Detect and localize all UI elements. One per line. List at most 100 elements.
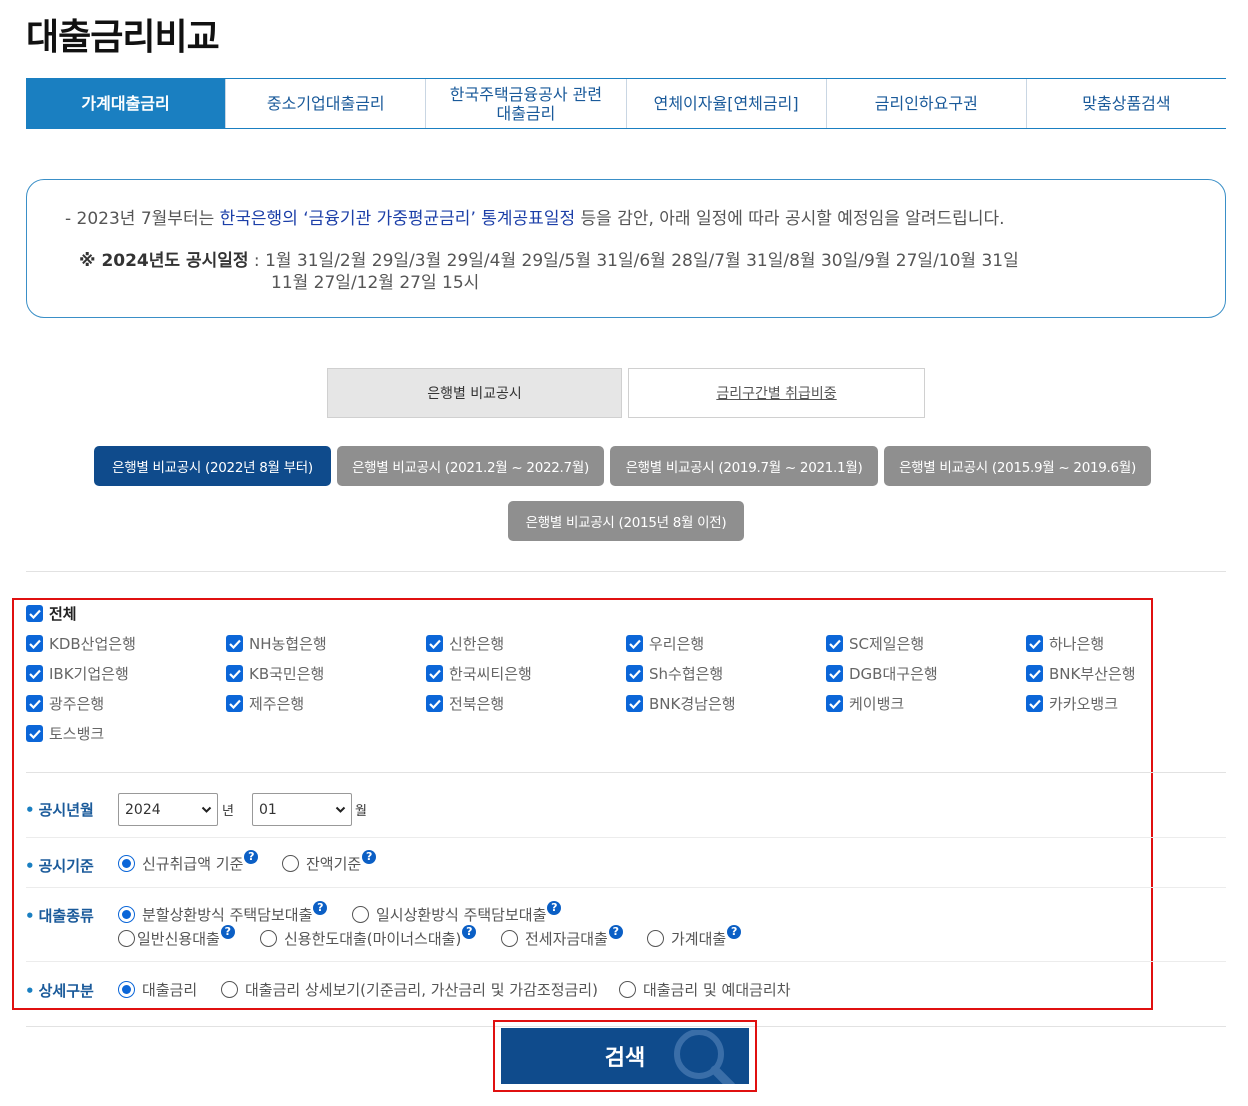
bank-checkbox[interactable]: KB국민은행 bbox=[226, 663, 324, 684]
period-2021-02-2022-07[interactable]: 은행별 비교공시 (2021.2월 ~ 2022.7월) bbox=[337, 446, 604, 486]
check-icon bbox=[226, 665, 243, 682]
question-icon[interactable]: ? bbox=[608, 924, 623, 939]
basis-label-text: 공시기준 bbox=[38, 857, 94, 875]
bank-checkbox[interactable]: BNK경남은행 bbox=[626, 693, 736, 714]
check-icon bbox=[1026, 665, 1043, 682]
search-button-label: 검색 bbox=[604, 1046, 646, 1071]
notice-prefix: - 2023년 7월부터는 bbox=[65, 209, 220, 229]
check-icon bbox=[826, 665, 843, 682]
tab-hf-loan-rate[interactable]: 한국주택금융공사 관련 대출금리 bbox=[426, 79, 627, 128]
bank-checkbox[interactable]: 신한은행 bbox=[426, 633, 504, 654]
radio-label: 일반신용대출 bbox=[137, 930, 220, 948]
bank-checkbox[interactable]: 광주은행 bbox=[26, 693, 104, 714]
checkbox-all[interactable]: 전체 bbox=[26, 603, 77, 624]
bank-checkbox-label: KB국민은행 bbox=[249, 665, 325, 683]
period-label-text: 공시년월 bbox=[38, 801, 94, 819]
chevron-down-icon bbox=[335, 806, 346, 813]
radio-label: 일시상환방식 주택담보대출 bbox=[376, 906, 547, 924]
bank-checkbox-label: BNK경남은행 bbox=[649, 695, 736, 713]
bank-checkbox-label: 카카오뱅크 bbox=[1049, 695, 1119, 713]
bank-checkbox-label: BNK부산은행 bbox=[1049, 665, 1136, 683]
schedule-dates-cont: 11월 27일/12월 27일 15시 bbox=[271, 273, 480, 293]
question-icon[interactable]: ? bbox=[220, 924, 235, 939]
bank-checkbox[interactable]: 전북은행 bbox=[426, 693, 504, 714]
bank-checkbox-label: 제주은행 bbox=[249, 695, 305, 713]
period-2022-08-onward[interactable]: 은행별 비교공시 (2022년 8월 부터) bbox=[94, 446, 331, 486]
bank-checkbox[interactable]: SC제일은행 bbox=[826, 633, 924, 654]
search-highlight-box: 검색 bbox=[493, 1020, 757, 1092]
magnifier-icon bbox=[674, 1030, 736, 1084]
bank-checkbox-label: 신한은행 bbox=[449, 635, 505, 653]
check-icon bbox=[26, 665, 43, 682]
month-select[interactable]: 01 bbox=[252, 793, 352, 826]
month-unit: 월 bbox=[355, 804, 367, 819]
question-icon[interactable]: ? bbox=[547, 900, 562, 915]
bank-checkbox-label: 전북은행 bbox=[449, 695, 505, 713]
check-icon bbox=[426, 695, 443, 712]
radio-installment-mortgage[interactable]: 분할상환방식 주택담보대출? bbox=[118, 900, 328, 925]
radio-new-amount-basis[interactable]: 신규취급액 기준? bbox=[118, 849, 259, 874]
bank-checkbox-label: SC제일은행 bbox=[849, 635, 925, 653]
year-select[interactable]: 2024 bbox=[118, 793, 218, 826]
bank-checkbox[interactable]: KDB산업은행 bbox=[26, 633, 136, 654]
bank-checkbox-label: 케이뱅크 bbox=[849, 695, 905, 713]
segment-rate-range-share[interactable]: 금리구간별 취급비중 bbox=[628, 368, 925, 418]
bank-checkbox[interactable]: 케이뱅크 bbox=[826, 693, 904, 714]
radio-credit-line-loan[interactable]: 신용한도대출(마이너스대출)? bbox=[260, 924, 477, 949]
search-button[interactable]: 검색 bbox=[501, 1028, 749, 1084]
period-2015-09-2019-06[interactable]: 은행별 비교공시 (2015.9월 ~ 2019.6월) bbox=[884, 446, 1151, 486]
period-2019-07-2021-01[interactable]: 은행별 비교공시 (2019.7월 ~ 2021.1월) bbox=[610, 446, 878, 486]
tab-custom-product-search[interactable]: 맞춤상품검색 bbox=[1027, 79, 1226, 128]
notice-highlight-link[interactable]: 한국은행의 ‘금융기관 가중평균금리’ 통계공표일정 bbox=[220, 209, 575, 229]
radio-label: 신용한도대출(마이너스대출) bbox=[284, 930, 462, 948]
bank-checkbox-label: NH농협은행 bbox=[249, 635, 327, 653]
bank-checkbox-label: 하나은행 bbox=[1049, 635, 1105, 653]
tab-household-loan-rate[interactable]: 가계대출금리 bbox=[26, 79, 227, 128]
question-icon[interactable]: ? bbox=[462, 924, 477, 939]
radio-lump-sum-mortgage[interactable]: 일시상환방식 주택담보대출? bbox=[352, 900, 562, 925]
check-icon bbox=[626, 635, 643, 652]
bank-checkbox[interactable]: BNK부산은행 bbox=[1026, 663, 1136, 684]
bank-checkbox[interactable]: 카카오뱅크 bbox=[1026, 693, 1118, 714]
radio-general-credit-loan[interactable]: 일반신용대출? bbox=[118, 924, 235, 949]
schedule-label: ※ 2024년도 공시일정 bbox=[79, 251, 249, 271]
check-icon bbox=[826, 635, 843, 652]
question-icon[interactable]: ? bbox=[313, 900, 328, 915]
bank-checkbox[interactable]: 토스뱅크 bbox=[26, 723, 104, 744]
bank-checkbox[interactable]: 한국씨티은행 bbox=[426, 663, 532, 684]
year-unit: 년 bbox=[222, 804, 234, 819]
bank-checkbox-label: 광주은행 bbox=[49, 695, 105, 713]
period-before-2015-08[interactable]: 은행별 비교공시 (2015년 8월 이전) bbox=[508, 501, 744, 541]
check-icon bbox=[226, 695, 243, 712]
checkbox-all-label: 전체 bbox=[49, 605, 77, 623]
question-icon[interactable]: ? bbox=[362, 849, 377, 864]
radio-loan-rate-detail[interactable]: 대출금리 상세보기(기준금리, 가산금리 및 가감조정금리) bbox=[221, 979, 598, 1000]
radio-loan-rate[interactable]: 대출금리 bbox=[118, 979, 197, 1000]
notice-line: - 2023년 7월부터는 한국은행의 ‘금융기관 가중평균금리’ 통계공표일정… bbox=[65, 204, 1005, 229]
bank-checkbox[interactable]: NH농협은행 bbox=[226, 633, 327, 654]
question-icon[interactable]: ? bbox=[727, 924, 742, 939]
radio-loan-deposit-spread[interactable]: 대출금리 및 예대금리차 bbox=[619, 979, 791, 1000]
bank-checkbox[interactable]: 제주은행 bbox=[226, 693, 304, 714]
check-icon bbox=[826, 695, 843, 712]
radio-household-loan[interactable]: 가계대출? bbox=[647, 924, 742, 949]
question-icon[interactable]: ? bbox=[244, 849, 259, 864]
radio-label: 대출금리 상세보기(기준금리, 가산금리 및 가감조정금리) bbox=[245, 981, 598, 999]
divider bbox=[26, 772, 1226, 773]
bank-checkbox[interactable]: 하나은행 bbox=[1026, 633, 1104, 654]
check-icon bbox=[426, 665, 443, 682]
tab-overdue-rate[interactable]: 연체이자율[연체금리] bbox=[627, 79, 827, 128]
divider bbox=[26, 571, 1226, 572]
bank-checkbox[interactable]: Sh수협은행 bbox=[626, 663, 723, 684]
segment-bank-comparison[interactable]: 은행별 비교공시 bbox=[327, 368, 622, 418]
radio-jeonse-loan[interactable]: 전세자금대출? bbox=[501, 924, 623, 949]
tab-rate-cut-right[interactable]: 금리인하요구권 bbox=[827, 79, 1027, 128]
bank-checkbox[interactable]: DGB대구은행 bbox=[826, 663, 938, 684]
check-icon bbox=[626, 665, 643, 682]
bank-checkbox[interactable]: 우리은행 bbox=[626, 633, 704, 654]
bank-checkbox[interactable]: IBK기업은행 bbox=[26, 663, 129, 684]
tab-sme-loan-rate[interactable]: 중소기업대출금리 bbox=[226, 79, 427, 128]
radio-balance-basis[interactable]: 잔액기준? bbox=[282, 849, 377, 874]
bank-checkbox-label: IBK기업은행 bbox=[49, 665, 129, 683]
check-icon bbox=[26, 635, 43, 652]
